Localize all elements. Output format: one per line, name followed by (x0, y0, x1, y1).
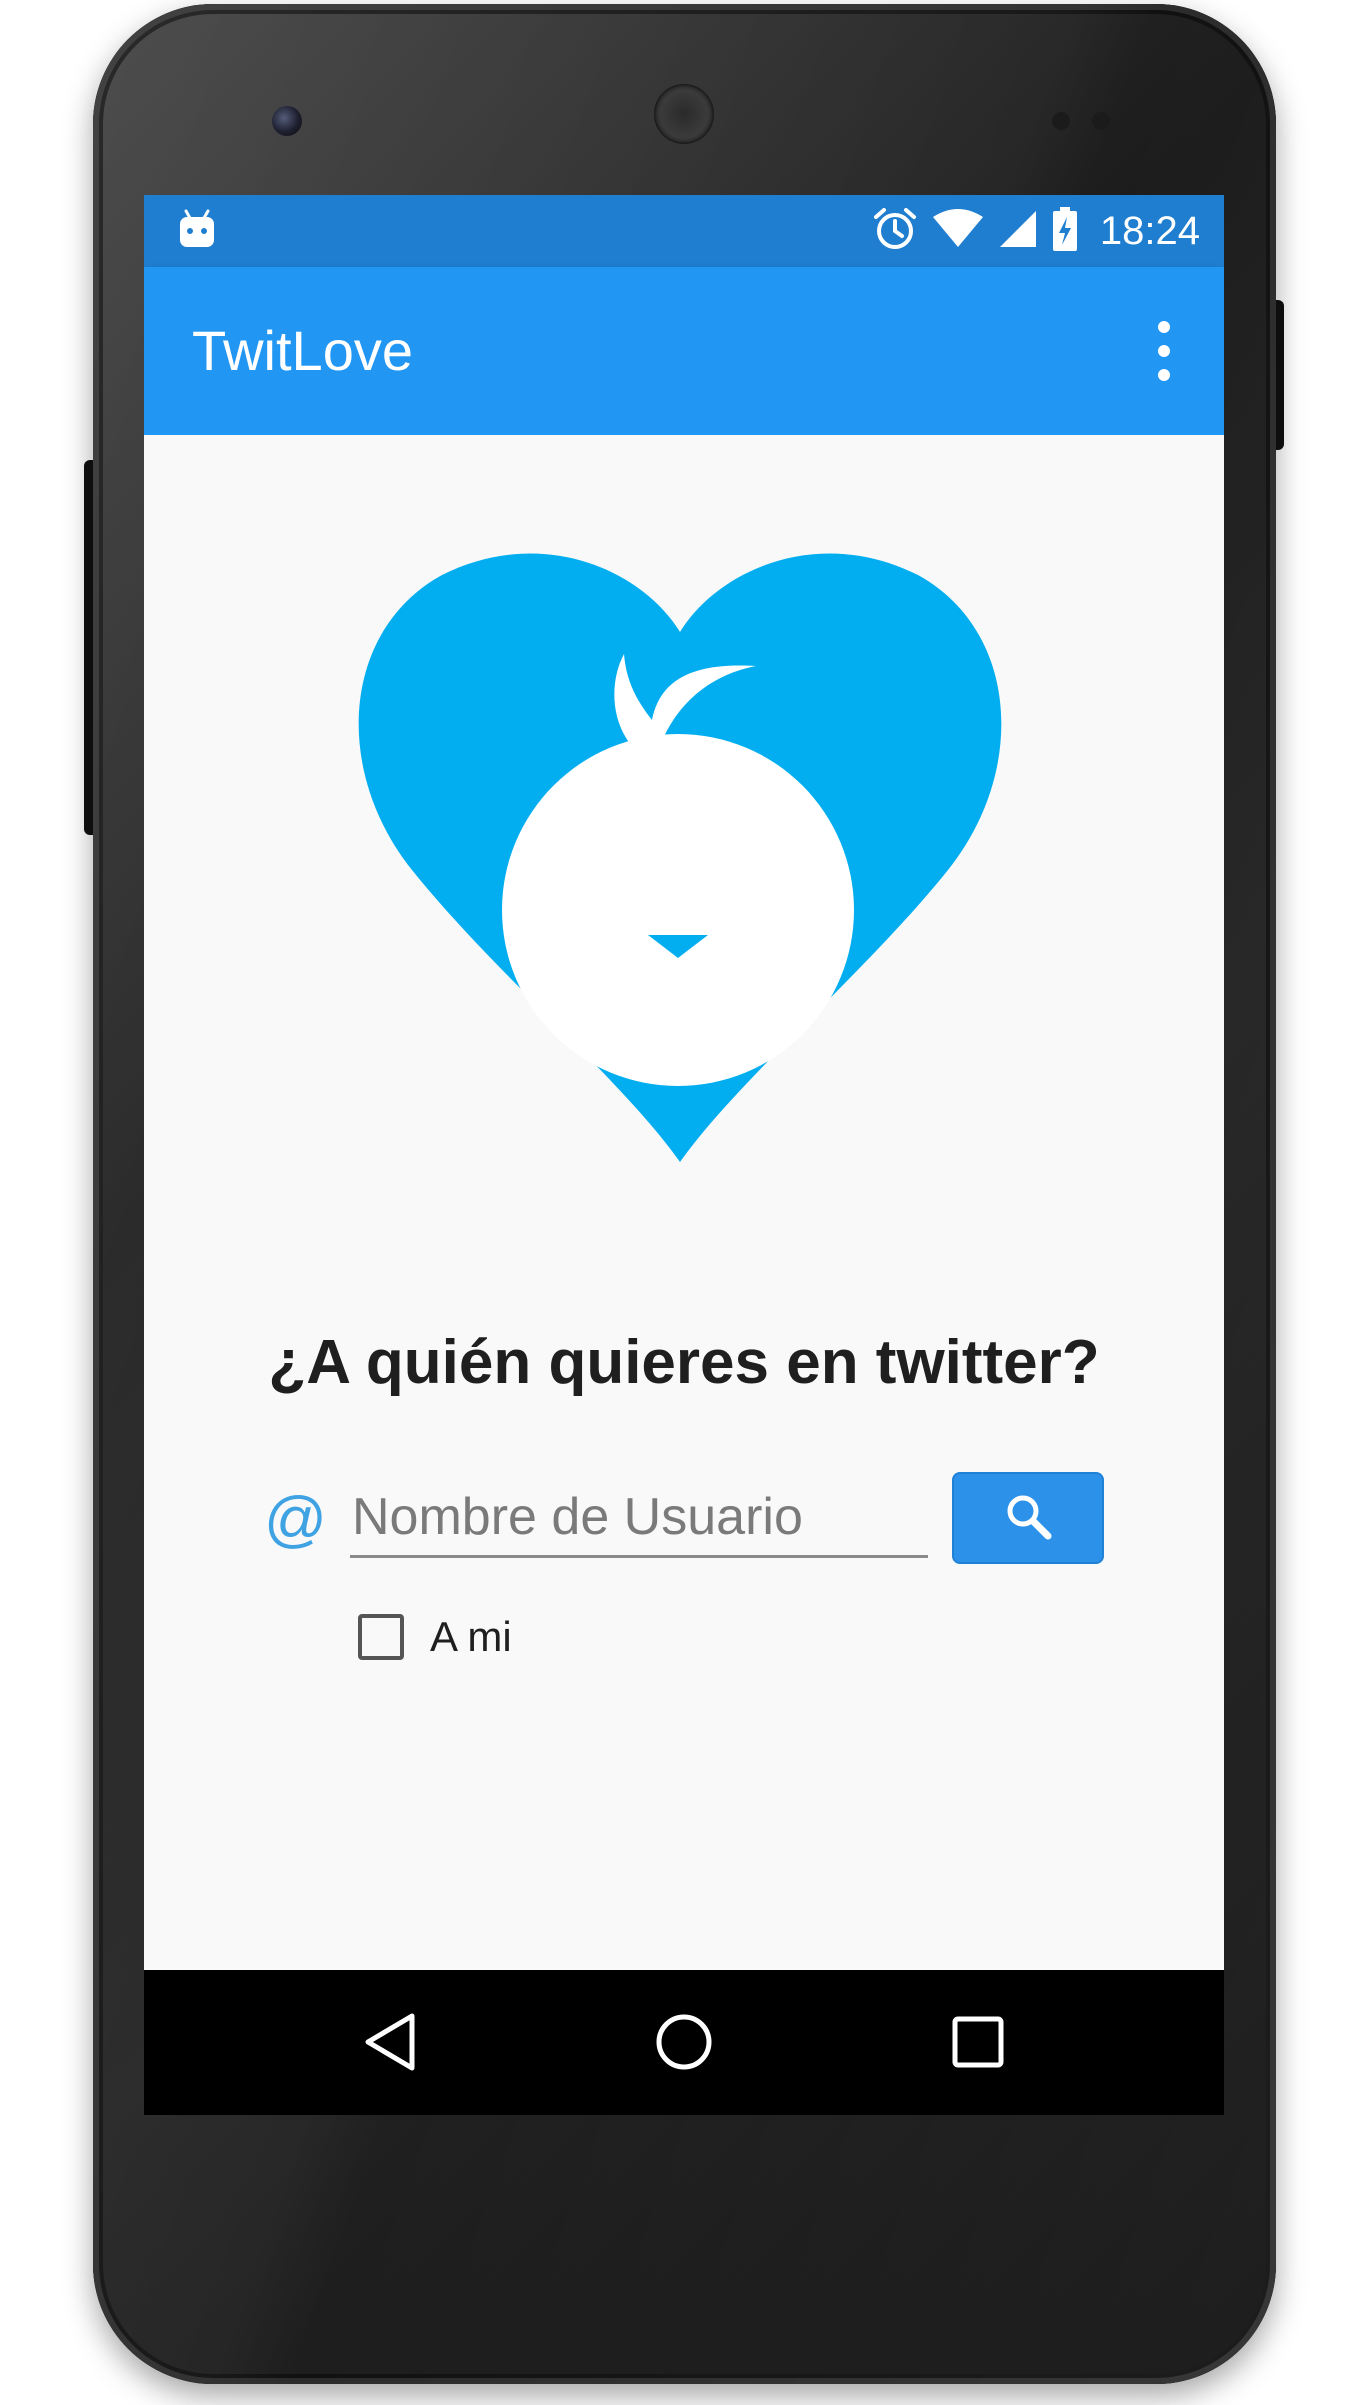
heart-bird-logo (358, 553, 1002, 1162)
search-icon (1003, 1491, 1053, 1545)
home-icon[interactable] (648, 2006, 720, 2078)
status-bar: 18:24 (144, 195, 1224, 267)
search-button[interactable] (952, 1472, 1104, 1564)
recents-icon[interactable] (942, 2006, 1014, 2078)
battery-charging-icon (1052, 207, 1078, 255)
earpiece-speaker (654, 84, 714, 144)
front-camera (272, 106, 302, 136)
back-icon[interactable] (354, 2006, 426, 2078)
question-heading: ¿A quién quieres en twitter? (268, 1328, 1100, 1397)
status-icons: 18:24 (872, 195, 1200, 267)
alarm-icon (872, 206, 918, 256)
signal-icon (998, 209, 1038, 253)
light-sensor (1092, 112, 1110, 130)
android-icon (178, 209, 216, 255)
username-input[interactable] (350, 1479, 928, 1558)
screen: 18:24 TwitLove ¿A quién quieres en twitt… (144, 195, 1224, 2115)
a-mi-option: A mi (358, 1613, 512, 1661)
status-time: 18:24 (1099, 208, 1200, 253)
a-mi-checkbox[interactable] (358, 1614, 404, 1660)
navigation-bar (144, 1970, 1224, 2115)
wifi-icon (932, 209, 984, 253)
overflow-menu-icon[interactable] (1144, 321, 1184, 381)
canvas: 18:24 TwitLove ¿A quién quieres en twitt… (0, 0, 1370, 2405)
at-symbol: @ (264, 1485, 327, 1554)
app-title: TwitLove (192, 319, 413, 382)
a-mi-label: A mi (430, 1613, 512, 1660)
app-bar: TwitLove (144, 267, 1224, 435)
proximity-sensor (1052, 112, 1070, 130)
